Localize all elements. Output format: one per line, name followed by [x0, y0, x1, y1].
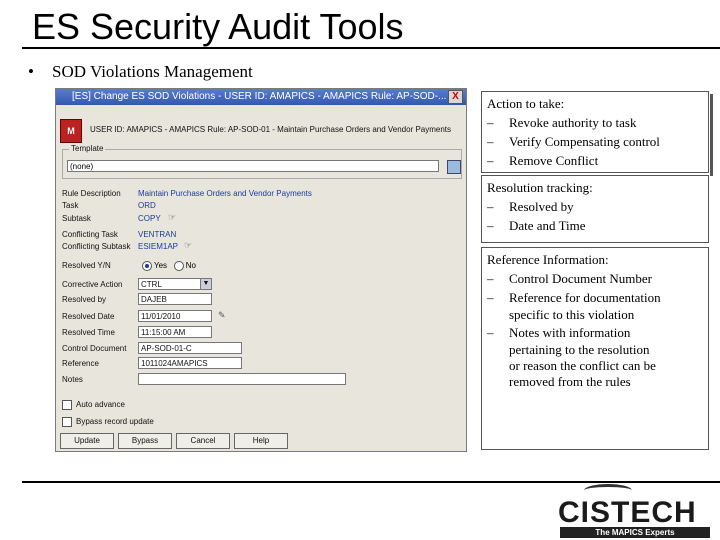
resolved-time-label: Resolved Time — [62, 328, 115, 337]
resolved-yes-radio[interactable] — [142, 261, 152, 271]
task-label: Task — [62, 201, 79, 210]
bullet-item: • SOD Violations Management — [28, 62, 253, 82]
conflicting-task-label: Conflicting Task — [62, 230, 118, 239]
bypass-update-label: Bypass record update — [76, 417, 154, 426]
rule-description-value: Maintain Purchase Orders and Vendor Paym… — [138, 189, 312, 198]
close-icon[interactable]: X — [448, 90, 463, 104]
callout-reference-heading: Reference Information: — [487, 252, 609, 267]
update-button[interactable]: Update — [60, 433, 114, 449]
sod-violations-dialog: [ES] Change ES SOD Violations - USER ID:… — [55, 88, 467, 452]
callout-resolution-item: Date and Time — [509, 218, 586, 233]
bullet-text: SOD Violations Management — [52, 62, 253, 81]
resolved-radio-group: Yes No — [142, 261, 196, 271]
auto-advance-checkbox[interactable] — [62, 400, 72, 410]
dash-icon: – — [487, 218, 494, 233]
dialog-title: [ES] Change ES SOD Violations - USER ID:… — [72, 91, 447, 102]
subtask-label: Subtask — [62, 214, 91, 223]
conflicting-subtask-value: ESIEM1AP — [138, 242, 179, 251]
callout-reference-item: Notes with information — [509, 325, 631, 340]
callout-reference-item: or reason the conflict can be — [509, 358, 656, 373]
resolved-time-input[interactable]: 11:15:00 AM — [138, 326, 212, 338]
callout-action-heading: Action to take: — [487, 96, 565, 111]
bypass-button[interactable]: Bypass — [118, 433, 172, 449]
subtask-value: COPY — [138, 214, 161, 223]
callout-action-shadow — [710, 94, 713, 176]
callout-reference-item: Reference for documentation — [509, 290, 661, 305]
dash-icon: – — [487, 134, 494, 149]
resolved-yes-label: Yes — [154, 261, 168, 271]
callout-reference: Reference Information: – Control Document… — [481, 247, 709, 450]
help-button[interactable]: Help — [234, 433, 288, 449]
control-document-input[interactable]: AP-SOD-01-C — [138, 342, 242, 354]
conflicting-task-value: VENTRAN — [138, 230, 177, 239]
callout-action: Action to take: – Revoke authority to tas… — [481, 91, 709, 173]
notes-input[interactable] — [138, 373, 346, 385]
callout-reference-item: Control Document Number — [509, 271, 652, 286]
slide-title: ES Security Audit Tools — [32, 6, 404, 47]
resolved-no-label: No — [185, 261, 196, 271]
dialog-header-line: USER ID: AMAPICS - AMAPICS Rule: AP-SOD-… — [90, 125, 452, 134]
dash-icon: – — [487, 325, 494, 340]
reference-input[interactable]: 1011024AMAPICS — [138, 357, 242, 369]
callout-reference-item: specific to this violation — [509, 307, 635, 322]
chevron-down-icon[interactable]: ▼ — [200, 279, 211, 289]
dash-icon: – — [487, 115, 494, 130]
resolved-no-radio[interactable] — [173, 261, 184, 271]
template-label: Template — [69, 144, 106, 153]
conflicting-subtask-info-icon[interactable]: ☞ — [184, 240, 192, 251]
footer-divider — [22, 481, 720, 483]
reference-label: Reference — [62, 359, 99, 368]
resolved-by-label: Resolved by — [62, 295, 107, 304]
title-divider — [22, 47, 720, 49]
template-lookup-icon[interactable] — [447, 160, 461, 174]
rule-description-label: Rule Description — [62, 189, 121, 198]
dialog-title-bar[interactable]: [ES] Change ES SOD Violations - USER ID:… — [56, 89, 466, 105]
callout-resolution: Resolution tracking: – Resolved by – Date … — [481, 175, 709, 243]
task-value: ORD — [138, 201, 156, 210]
dash-icon: – — [487, 271, 494, 286]
resolved-date-label: Resolved Date — [62, 312, 115, 321]
app-logo-icon: M — [60, 119, 82, 143]
cistech-logo: CISTECH — [558, 496, 697, 529]
template-group: Template (none) — [62, 144, 462, 179]
resolved-label: Resolved Y/N — [62, 261, 111, 270]
callout-resolution-heading: Resolution tracking: — [487, 180, 593, 195]
dash-icon: – — [487, 290, 494, 305]
notes-label: Notes — [62, 375, 83, 384]
dash-icon: – — [487, 199, 494, 214]
resolved-by-input[interactable]: DAJEB — [138, 293, 212, 305]
corrective-action-label: Corrective Action — [62, 280, 123, 289]
corrective-action-value: CTRL — [141, 280, 162, 289]
template-select[interactable]: (none) — [67, 160, 439, 172]
resolved-date-input[interactable]: 11/01/2010 — [138, 310, 212, 322]
callout-action-item: Remove Conflict — [509, 153, 599, 168]
subtask-info-icon[interactable]: ☞ — [168, 212, 176, 223]
calendar-icon[interactable]: ✎ — [218, 310, 226, 321]
cistech-tagline: The MAPICS Experts — [560, 527, 710, 538]
callout-reference-item: removed from the rules — [509, 374, 631, 389]
callout-reference-item: pertaining to the resolution — [509, 342, 650, 357]
corrective-action-select[interactable]: CTRL ▼ — [138, 278, 212, 290]
callout-resolution-item: Resolved by — [509, 199, 574, 214]
callout-action-item: Revoke authority to task — [509, 115, 637, 130]
conflicting-subtask-label: Conflicting Subtask — [62, 242, 131, 251]
auto-advance-label: Auto advance — [76, 400, 125, 409]
dash-icon: – — [487, 153, 494, 168]
callout-action-item: Verify Compensating control — [509, 134, 660, 149]
app-logo-label: M — [67, 126, 75, 136]
bullet-dot-icon: • — [28, 62, 34, 81]
bypass-update-checkbox[interactable] — [62, 417, 72, 427]
cancel-button[interactable]: Cancel — [176, 433, 230, 449]
control-document-label: Control Document — [62, 344, 127, 353]
